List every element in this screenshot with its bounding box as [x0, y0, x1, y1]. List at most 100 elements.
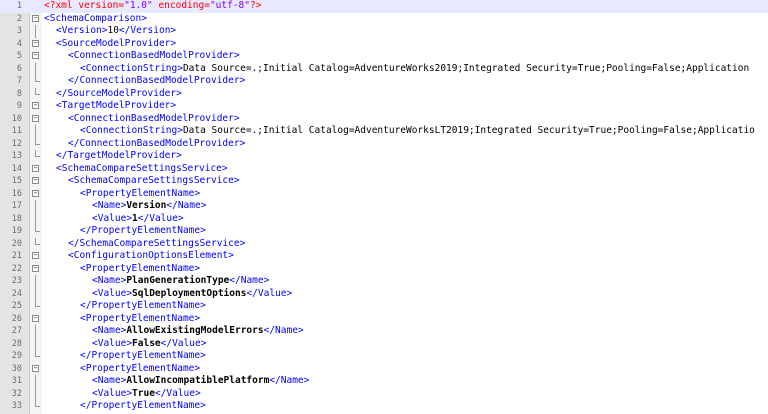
code-text: <TargetModelProvider>: [44, 100, 176, 113]
code-text: <SchemaCompareSettingsService>: [44, 175, 240, 188]
xml-tag: <ConnectionBasedModelProvider>: [68, 50, 240, 61]
code-line[interactable]: 18 <Value>1</Value>: [0, 212, 768, 225]
code-line[interactable]: 26 − <PropertyElementName>: [0, 313, 768, 326]
line-number: 16: [11, 188, 22, 199]
xml-text-value: Data Source=.;Initial Catalog=AdventureW…: [182, 62, 750, 74]
code-line[interactable]: 5 − <ConnectionBasedModelProvider>: [0, 50, 768, 63]
code-line[interactable]: 28 <Value>False</Value>: [0, 337, 768, 350]
fold-toggle-icon[interactable]: −: [32, 114, 39, 122]
fold-toggle-icon[interactable]: −: [32, 264, 39, 272]
fold-toggle-icon[interactable]: −: [32, 177, 39, 184]
fold-toggle-icon[interactable]: −: [32, 52, 39, 59]
fold-toggle-icon[interactable]: −: [32, 252, 39, 259]
code-line[interactable]: 9 − <TargetModelProvider>: [0, 100, 768, 113]
code-line[interactable]: 24 <Value>SqlDeploymentOptions</Value>: [0, 287, 768, 300]
code-line[interactable]: 11 <ConnectionString>Data Source=.;Initia…: [0, 125, 768, 138]
xml-text-value: SqlDeploymentOptions: [132, 287, 247, 299]
code-lines[interactable]: 1 <?xml version="1.0" encoding="utf-8"?> 2…: [0, 0, 768, 413]
code-line[interactable]: 31 <Name>AllowIncompatiblePlatform</Name>: [0, 375, 768, 388]
xml-open-tag: <ConnectionString>: [80, 62, 183, 74]
code-line[interactable]: 10 − <ConnectionBasedModelProvider>: [0, 113, 768, 126]
code-text: </PropertyElementName>: [44, 350, 206, 363]
line-number: 20: [11, 238, 22, 249]
code-line[interactable]: 12 </ConnectionBasedModelProvider>: [0, 137, 768, 151]
code-line[interactable]: 7 </ConnectionBasedModelProvider>: [0, 75, 768, 88]
fold-end-guide: [35, 300, 40, 307]
code-text: </SchemaCompareSettingsService>: [44, 238, 245, 251]
xml-open-tag: <Name>: [92, 200, 127, 211]
fold-end-guide: [35, 225, 40, 232]
code-line[interactable]: 30 − <PropertyElementName>: [0, 363, 768, 376]
code-line[interactable]: 16 − <PropertyElementName>: [0, 188, 768, 201]
code-line[interactable]: 17 <Name>Version</Name>: [0, 200, 768, 213]
code-text: </ConnectionBasedModelProvider>: [44, 75, 245, 88]
code-line[interactable]: 1 <?xml version="1.0" encoding="utf-8"?>: [0, 0, 768, 13]
line-number: 24: [11, 288, 22, 299]
xml-tag: </PropertyElementName>: [80, 400, 206, 411]
fold-guide: [35, 212, 36, 225]
xml-text-value: False: [132, 337, 161, 349]
xml-tag: </PropertyElementName>: [80, 350, 206, 361]
fold-end-guide: [35, 350, 40, 357]
xml-close-tag: </Value>: [137, 212, 184, 224]
code-line[interactable]: 32 <Value>True</Value>: [0, 387, 768, 401]
xml-editor[interactable]: 1 <?xml version="1.0" encoding="utf-8"?> 2…: [0, 0, 768, 414]
code-line[interactable]: 29 </PropertyElementName>: [0, 350, 768, 363]
code-text: <PropertyElementName>: [44, 363, 200, 376]
code-line[interactable]: 6 <ConnectionString>Data Source=.;Initial…: [0, 62, 768, 75]
code-line[interactable]: 14 − <SchemaCompareSettingsService>: [0, 163, 768, 176]
line-number: 8: [16, 88, 22, 99]
code-line[interactable]: 19 </PropertyElementName>: [0, 225, 768, 238]
fold-toggle-icon[interactable]: −: [32, 189, 39, 197]
xml-tag: <ConfigurationOptionsElement>: [68, 250, 234, 261]
code-line[interactable]: 3 <Version>10</Version>: [0, 25, 768, 38]
fold-guide: [35, 325, 36, 338]
line-number: 12: [11, 138, 22, 149]
code-text: <Version>10</Version>: [44, 25, 176, 38]
line-number: 29: [11, 351, 22, 361]
code-text: <PropertyElementName>: [44, 188, 200, 201]
fold-guide: [35, 125, 36, 138]
xml-tag: <ConnectionBasedModelProvider>: [68, 112, 240, 124]
code-line[interactable]: 21 − <ConfigurationOptionsElement>: [0, 250, 768, 263]
xml-close-tag: </Name>: [229, 275, 270, 286]
xml-tag: </ConnectionBasedModelProvider>: [68, 137, 246, 149]
xml-open-tag: <Value>: [92, 337, 133, 349]
xml-text-value: True: [132, 387, 155, 399]
fold-toggle-icon[interactable]: −: [32, 14, 39, 22]
fold-toggle-icon[interactable]: −: [32, 39, 39, 47]
xml-tag: <PropertyElementName>: [80, 187, 201, 199]
code-line[interactable]: 22 − <PropertyElementName>: [0, 263, 768, 276]
line-number: 13: [11, 151, 22, 161]
fold-toggle-icon[interactable]: −: [32, 364, 39, 372]
code-line[interactable]: 15 − <SchemaCompareSettingsService>: [0, 175, 768, 188]
xml-attr-name: encoding=: [158, 0, 210, 11]
line-number: 23: [11, 276, 22, 286]
fold-guide: [35, 375, 36, 388]
code-line[interactable]: 4 − <SourceModelProvider>: [0, 38, 768, 51]
xml-close-tag: </Version>: [118, 25, 177, 36]
code-line[interactable]: 8 </SourceModelProvider>: [0, 87, 768, 101]
xml-tag: </SchemaCompareSettingsService>: [68, 237, 246, 249]
code-line[interactable]: 25 </PropertyElementName>: [0, 300, 768, 313]
xml-tag: <SourceModelProvider>: [56, 37, 177, 49]
fold-guide: [35, 200, 36, 213]
code-text: <ConnectionBasedModelProvider>: [44, 113, 240, 126]
code-line[interactable]: 33 </PropertyElementName>: [0, 400, 768, 413]
code-line[interactable]: 27 <Name>AllowExistingModelErrors</Name>: [0, 325, 768, 338]
xml-tag: <PropertyElementName>: [80, 262, 201, 274]
fold-toggle-icon[interactable]: −: [32, 102, 39, 109]
xml-tag: <SchemaCompareSettingsService>: [56, 162, 228, 174]
fold-toggle-icon[interactable]: −: [32, 314, 39, 322]
code-line[interactable]: 20 </SchemaCompareSettingsService>: [0, 237, 768, 251]
code-text: <?xml version="1.0" encoding="utf-8"?>: [44, 0, 261, 13]
line-number: 19: [11, 226, 22, 236]
code-text: <Value>True</Value>: [44, 388, 201, 401]
code-line[interactable]: 2 − <SchemaComparison>: [0, 13, 768, 26]
line-number: 17: [11, 201, 22, 211]
code-line[interactable]: 23 <Name>PlanGenerationType</Name>: [0, 275, 768, 288]
line-number: 3: [16, 26, 22, 36]
code-line[interactable]: 13 </TargetModelProvider>: [0, 150, 768, 163]
xml-attr-value: "1.0": [124, 0, 153, 11]
fold-toggle-icon[interactable]: −: [32, 164, 39, 172]
